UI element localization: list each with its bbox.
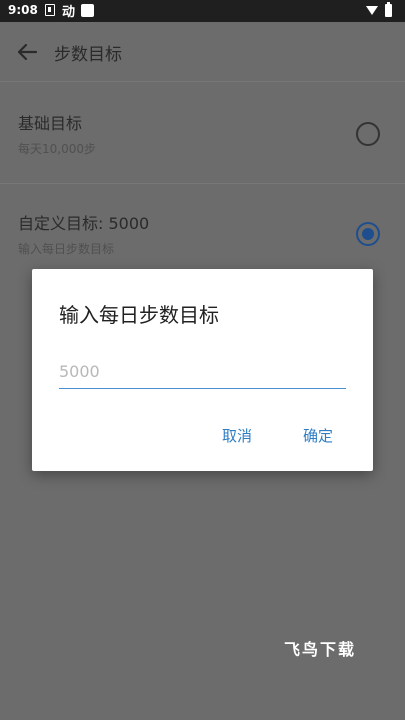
- battery-icon: [385, 2, 392, 17]
- radio-custom-goal[interactable]: [356, 222, 380, 246]
- notification-square-icon: [81, 4, 94, 17]
- option-custom-goal[interactable]: 自定义目标: 5000 输入每日步数目标: [0, 200, 405, 270]
- confirm-button[interactable]: 确定: [303, 425, 333, 446]
- dialog-title: 输入每日步数目标: [59, 303, 219, 327]
- wifi-icon: [366, 6, 378, 15]
- cancel-button[interactable]: 取消: [222, 425, 252, 446]
- option-basic-subtitle: 每天10,000步: [18, 142, 96, 156]
- step-goal-input[interactable]: [59, 355, 346, 389]
- back-arrow-icon[interactable]: [14, 39, 40, 65]
- status-bar: 9:08 动: [0, 0, 405, 22]
- step-goal-dialog: 输入每日步数目标 取消 确定: [32, 269, 373, 471]
- option-basic-title: 基础目标: [18, 114, 83, 133]
- radio-selected-dot: [362, 228, 374, 240]
- notification-a-icon: [45, 4, 55, 16]
- option-custom-subtitle: 输入每日步数目标: [18, 242, 115, 256]
- notification-text-icon: 动: [62, 5, 76, 20]
- status-time: 9:08: [8, 3, 38, 17]
- app-toolbar: 步数目标: [0, 22, 405, 82]
- option-custom-title: 自定义目标: 5000: [18, 214, 150, 233]
- watermark-text: 飞鸟下载: [284, 640, 357, 659]
- option-basic-goal[interactable]: 基础目标 每天10,000步: [0, 100, 405, 184]
- radio-basic-goal[interactable]: [356, 122, 380, 146]
- page-title: 步数目标: [54, 45, 122, 65]
